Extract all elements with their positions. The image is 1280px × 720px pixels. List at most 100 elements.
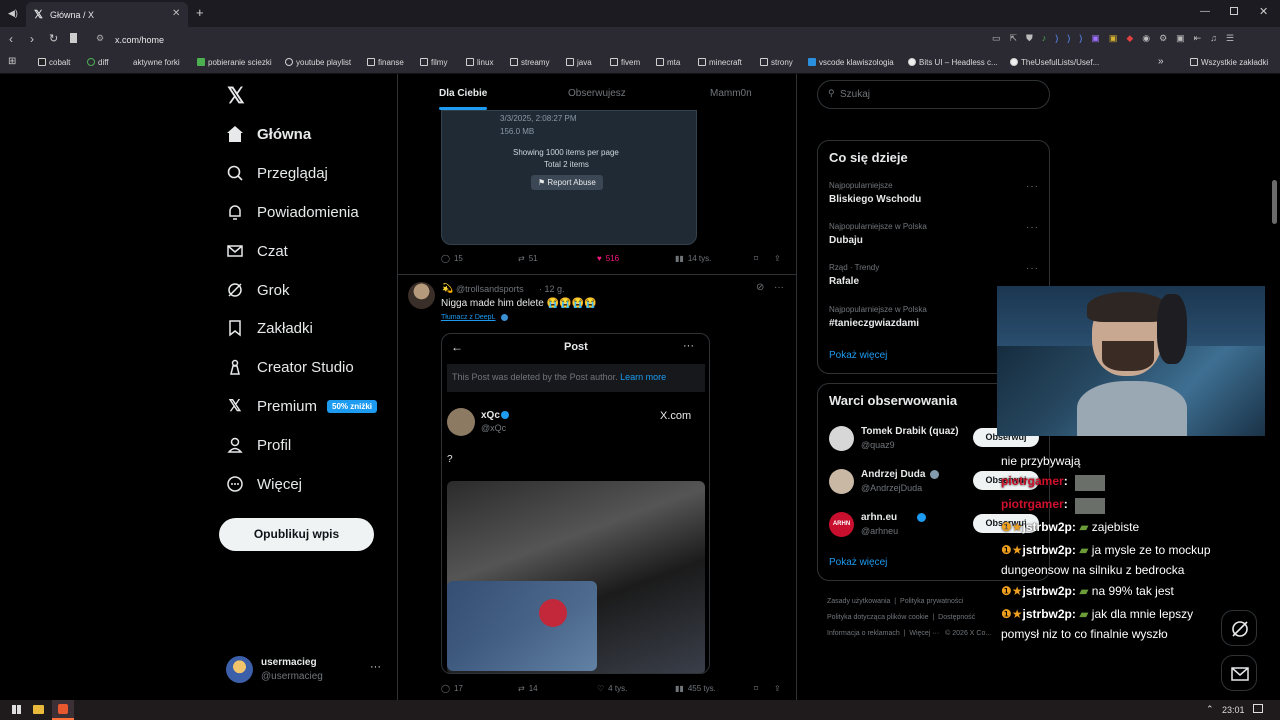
trends-show-more[interactable]: Pokaż więcej (829, 350, 887, 361)
trend-more-icon[interactable]: ··· (1026, 181, 1039, 192)
views-stat-2[interactable]: ▮▮ 455 tys. (675, 684, 716, 693)
nav-creator-studio[interactable]: Creator Studio (226, 355, 354, 379)
nav-grok[interactable]: Grok (226, 278, 290, 302)
trend-item-1[interactable]: Bliskiego Wschodu (829, 194, 921, 205)
nav-home[interactable]: Główna (226, 120, 471, 146)
bookmark-post-icon-2[interactable]: ⌑ (754, 684, 758, 693)
bookmark-usefullists[interactable]: TheUsefulLists/Usef... (1010, 58, 1099, 67)
translate-link[interactable]: Tłumacz z DeepL (441, 314, 495, 321)
follow-show-more[interactable]: Pokaż więcej (829, 557, 887, 568)
browser-tab[interactable]: 𝕏 Główna / X ✕ (26, 2, 188, 27)
bookmark-folder-filmy[interactable]: filmy (420, 58, 447, 67)
minimize-icon[interactable]: — (1200, 6, 1210, 17)
x-logo-icon[interactable]: 𝕏 (227, 83, 245, 109)
reply-button[interactable]: ◯ 15 (441, 254, 463, 263)
timeline: Dla Ciebie Obserwujesz Mamm0n 3/3/2025, … (397, 74, 797, 720)
follow-name[interactable]: Tomek Drabik (quaz) (861, 426, 959, 437)
nav-profile[interactable]: Profil (226, 433, 291, 457)
bookmark-folder-mta[interactable]: mta (656, 58, 680, 67)
reload-icon[interactable]: ↻ (49, 32, 58, 45)
bookmark-folder-streamy[interactable]: streamy (510, 58, 549, 67)
footer-link[interactable]: Zasady użytkowania (827, 598, 890, 605)
site-settings-icon[interactable]: ⚙ (96, 33, 104, 44)
extension-icons[interactable]: ▭⇱⛊♪)))▣▣◆◉⚙▣⇤♫☰ (992, 33, 1243, 44)
post-avatar[interactable] (408, 282, 435, 309)
bookmark-folder-java[interactable]: java (566, 58, 592, 67)
tab-mammon[interactable]: Mamm0n (710, 88, 752, 99)
footer-link[interactable]: Polityka prywatności (900, 598, 963, 605)
share-icon-2[interactable]: ⇪ (774, 684, 781, 693)
footer-link[interactable]: Więcej ··· (909, 630, 939, 637)
grok-floating-button[interactable] (1221, 610, 1257, 646)
reply-button-2[interactable]: ◯ 17 (441, 684, 463, 693)
bookmark-diff[interactable]: diff (87, 58, 109, 67)
close-window-icon[interactable]: ✕ (1259, 5, 1268, 18)
footer-link[interactable]: Dostępność (938, 614, 975, 621)
bookmark-folder-linux[interactable]: linux (466, 58, 493, 67)
repost-button-2[interactable]: ⇄ 14 (518, 684, 538, 693)
tray-chevron-icon[interactable]: ⌃ (1206, 704, 1214, 715)
bookmark-folder-strony[interactable]: strony (760, 58, 793, 67)
trend-item-3[interactable]: Rafale (829, 276, 859, 287)
messages-floating-button[interactable] (1221, 655, 1257, 691)
all-bookmarks-folder[interactable]: Wszystkie zakładki (1190, 58, 1268, 67)
repost-button[interactable]: ⇄ 51 (518, 254, 538, 263)
like-button-2[interactable]: ♡ 4 tys. (597, 684, 627, 693)
nav-chat[interactable]: Czat (226, 239, 288, 263)
bookmark-forks[interactable]: aktywne forki (126, 58, 180, 67)
bookmark-folder-finanse[interactable]: finanse (367, 58, 404, 67)
follow-handle: @quaz9 (861, 440, 895, 450)
apps-icon[interactable]: ⊞ (8, 56, 16, 67)
like-button[interactable]: ♥ 516 (597, 254, 619, 263)
new-tab-icon[interactable]: + (196, 5, 204, 20)
follow-name[interactable]: Andrzej Duda (861, 469, 925, 480)
tab-following[interactable]: Obserwujesz (568, 88, 626, 99)
chevron-right-icon[interactable]: » (1158, 56, 1164, 67)
bookmark-cobalt[interactable]: cobalt (38, 58, 70, 67)
trend-more-icon[interactable]: ··· (1026, 222, 1039, 233)
file-explorer-icon[interactable] (33, 705, 44, 714)
nav-notifications[interactable]: Powiadomienia (226, 200, 359, 224)
nav-explore[interactable]: Przeglądaj (226, 161, 328, 185)
publish-post-button[interactable]: Opublikuj wpis (219, 518, 374, 551)
trend-more-icon[interactable]: ··· (1026, 263, 1039, 274)
search-box[interactable]: ⚲ Szukaj (817, 80, 1050, 109)
trend-item-4[interactable]: #tanieczgwiazdami (829, 318, 919, 329)
back-icon[interactable]: ‹ (9, 32, 13, 46)
tab-for-you[interactable]: Dla Ciebie (439, 88, 487, 99)
bookmark-folder-fivem[interactable]: fivem (610, 58, 640, 67)
bookmark-folder-minecraft[interactable]: minecraft (698, 58, 742, 67)
browser-taskbar-icon[interactable] (52, 700, 74, 720)
views-stat[interactable]: ▮▮ 14 tys. (675, 254, 711, 263)
url-field[interactable]: x.com/home (115, 35, 164, 45)
forward-icon[interactable]: › (30, 32, 34, 46)
post-more-icon[interactable]: ··· (774, 282, 784, 293)
follow-name[interactable]: arhn.eu (861, 512, 897, 523)
grok-post-icon[interactable]: ⊘ (756, 282, 764, 293)
bookmark-youtube[interactable]: youtube playlist (285, 58, 351, 67)
footer-link[interactable]: Polityka dotycząca plików cookie (827, 614, 929, 621)
embedded-post-card[interactable]: ← Post ··· This Post was deleted by the … (441, 333, 710, 674)
page-scrollbar[interactable] (1272, 180, 1277, 224)
trend-item-2[interactable]: Dubaju (829, 235, 863, 246)
bookmark-vscode[interactable]: vscode klawiszologia (808, 58, 894, 67)
bookmark-pobieranie[interactable]: pobieranie sciezki (197, 58, 272, 67)
more-dots-icon[interactable]: ··· (370, 661, 381, 673)
post-image-embed[interactable]: 3/3/2025, 2:08:27 PM 156.0 MB Showing 10… (441, 110, 697, 245)
sound-icon[interactable]: ◀) (8, 8, 18, 19)
footer-link[interactable]: Informacja o reklamach (827, 630, 900, 637)
bookmark-icon[interactable] (70, 33, 77, 43)
bookmark-bitsui[interactable]: Bits UI – Headless c... (908, 58, 998, 67)
maximize-icon[interactable] (1230, 7, 1238, 15)
account-switcher[interactable]: usermacieg @usermacieg ··· (226, 655, 386, 687)
bookmark-post-icon[interactable]: ⌑ (754, 254, 758, 263)
start-icon[interactable] (12, 705, 21, 714)
close-tab-icon[interactable]: ✕ (172, 8, 180, 19)
search-input[interactable]: Szukaj (840, 89, 870, 100)
share-icon[interactable]: ⇪ (774, 254, 781, 263)
nav-more[interactable]: Więcej (226, 472, 302, 496)
nav-bookmarks[interactable]: Zakładki (226, 316, 313, 340)
nav-premium[interactable]: 𝕏 Premium 50% zniżki (226, 394, 378, 418)
notifications-icon[interactable] (1253, 704, 1263, 713)
post-handle[interactable]: @trollsandsports (456, 284, 524, 294)
